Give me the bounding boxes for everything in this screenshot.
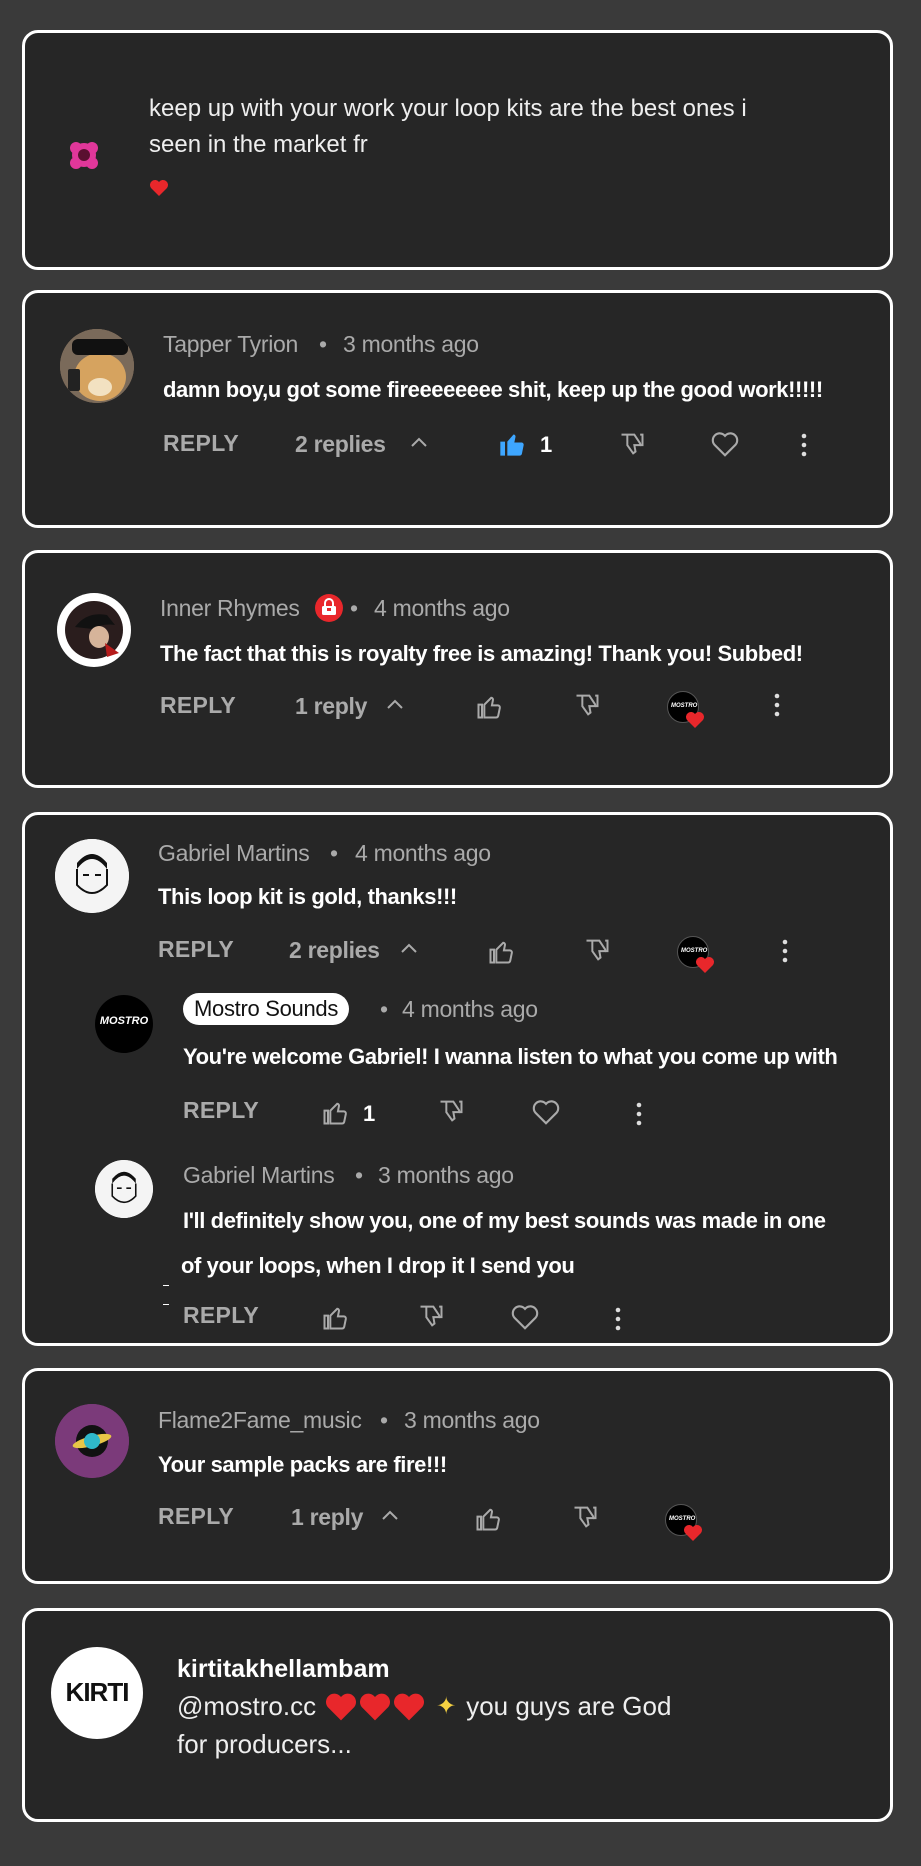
separator-dot: • [380, 1407, 389, 1433]
view-replies-toggle[interactable]: 1 reply [291, 1504, 363, 1531]
mention-link[interactable]: @mostro.cc [177, 1691, 316, 1722]
thumbs-down-icon[interactable] [437, 1097, 465, 1125]
commenter-avatar[interactable] [55, 839, 129, 913]
reply-text-line-2: of your loops, when I drop it I send you [181, 1253, 575, 1278]
reply-button[interactable]: REPLY [158, 1503, 234, 1530]
reply-button[interactable]: REPLY [183, 1302, 259, 1329]
view-replies-toggle[interactable]: 1 reply [295, 693, 367, 720]
more-options-icon[interactable] [782, 938, 788, 964]
thumbs-down-icon[interactable] [573, 691, 601, 719]
heart-icon[interactable] [510, 1303, 540, 1331]
creator-heart-badge: MOSTRO [667, 691, 704, 728]
reply-timestamp[interactable]: 3 months ago [378, 1162, 514, 1189]
thumbs-down-icon[interactable] [583, 936, 611, 964]
like-count: 1 [363, 1101, 376, 1126]
comment-author[interactable]: kirtitakhellambam [177, 1655, 390, 1684]
comment-text-line-1: keep up with your work your loop kits ar… [149, 95, 747, 122]
comment-card-1: keep up with your work your loop kits ar… [22, 30, 893, 270]
heart-icon[interactable] [710, 430, 740, 458]
commenter-avatar[interactable]: KIRTI [51, 1647, 143, 1739]
comment-text: Your sample packs are fire!!! [158, 1452, 447, 1477]
thumbs-up-icon[interactable] [474, 1505, 502, 1533]
heart-emoji-icon [149, 179, 169, 197]
commenter-avatar[interactable] [65, 136, 103, 174]
comment-text-line-1: @mostro.cc ✦ you guys are God [177, 1691, 671, 1722]
avatar-logo-text: KIRTI [65, 1677, 130, 1707]
creator-heart-badge: MOSTRO [665, 1504, 702, 1541]
thumbs-up-icon[interactable] [321, 1099, 349, 1127]
heart-icon[interactable] [531, 1098, 561, 1126]
separator-dot: • [350, 595, 359, 621]
more-options-icon[interactable] [774, 692, 780, 718]
commenter-avatar[interactable] [55, 1404, 129, 1478]
text-cursor [163, 1285, 169, 1305]
reply-button[interactable]: REPLY [160, 692, 236, 719]
separator-dot: • [380, 996, 389, 1022]
creator-heart-badge: MOSTRO [677, 936, 714, 973]
view-replies-toggle[interactable]: 2 replies [295, 431, 386, 458]
separator-dot: • [330, 840, 339, 866]
thumbs-up-icon[interactable] [475, 693, 503, 721]
more-options-icon[interactable] [615, 1306, 621, 1332]
thumbs-up-icon[interactable] [321, 1304, 349, 1332]
sparkles-icon: ✦ [436, 1693, 457, 1720]
comment-author[interactable]: Flame2Fame_music [158, 1407, 362, 1434]
avatar-logo-text: MOSTRO [99, 1015, 149, 1027]
heart-emojis [324, 1692, 426, 1722]
comment-card-2: Tapper Tyrion • 3 months ago damn boy,u … [22, 290, 893, 528]
comment-timestamp[interactable]: 4 months ago [374, 595, 510, 622]
separator-dot: • [319, 331, 328, 357]
reply-author[interactable]: Gabriel Martins [183, 1162, 335, 1189]
commenter-avatar[interactable] [60, 329, 134, 403]
comment-text: damn boy,u got some fireeeeeeee shit, ke… [163, 377, 823, 402]
view-replies-toggle[interactable]: 2 replies [289, 937, 380, 964]
comment-text: The fact that this is royalty free is am… [160, 641, 803, 666]
reply-avatar-gabriel[interactable] [95, 1160, 153, 1218]
thumbs-down-icon[interactable] [618, 430, 646, 458]
comment-author[interactable]: Inner Rhymes [160, 595, 300, 622]
chevron-up-icon[interactable] [399, 941, 419, 955]
like-count: 1 [540, 432, 553, 457]
reply-text-line-1: I'll definitely show you, one of my best… [183, 1208, 826, 1233]
comment-author[interactable]: Tapper Tyrion [163, 331, 298, 358]
reply-timestamp[interactable]: 4 months ago [402, 996, 538, 1023]
comment-text-rest: you guys are God [466, 1691, 672, 1721]
comment-card-3: Inner Rhymes • 4 months ago The fact tha… [22, 550, 893, 788]
creator-name-chip[interactable]: Mostro Sounds [183, 993, 350, 1025]
comment-text: This loop kit is gold, thanks!!! [158, 884, 457, 909]
thumbs-down-icon[interactable] [417, 1302, 445, 1330]
chevron-up-icon[interactable] [409, 435, 429, 449]
more-options-icon[interactable] [801, 432, 807, 458]
thumbs-up-icon[interactable] [498, 430, 526, 458]
thumbs-down-icon[interactable] [571, 1503, 599, 1531]
comment-timestamp[interactable]: 4 months ago [355, 840, 491, 867]
comment-timestamp[interactable]: 3 months ago [343, 331, 479, 358]
separator-dot: • [355, 1162, 364, 1188]
comment-timestamp[interactable]: 3 months ago [404, 1407, 540, 1434]
chevron-up-icon[interactable] [380, 1508, 400, 1522]
comment-text-line-2: for producers... [177, 1729, 352, 1759]
chevron-up-icon[interactable] [385, 697, 405, 711]
reply-avatar-mostro[interactable]: MOSTRO [95, 995, 153, 1053]
commenter-avatar[interactable] [57, 593, 131, 667]
comment-card-5: Flame2Fame_music • 3 months ago Your sam… [22, 1368, 893, 1584]
comment-card-4: Gabriel Martins • 4 months ago This loop… [22, 812, 893, 1346]
more-options-icon[interactable] [636, 1101, 642, 1127]
comment-text-line-2: seen in the market fr [149, 131, 368, 158]
reply-text: You're welcome Gabriel! I wanna listen t… [183, 1044, 838, 1069]
reply-button[interactable]: REPLY [158, 936, 234, 963]
comment-author[interactable]: Gabriel Martins [158, 840, 310, 867]
reply-button[interactable]: REPLY [163, 430, 239, 457]
reply-button[interactable]: REPLY [183, 1097, 259, 1124]
thumbs-up-icon[interactable] [487, 938, 515, 966]
youtube-member-badge-icon [314, 593, 344, 623]
comment-card-6: KIRTI kirtitakhellambam @mostro.cc ✦ you… [22, 1608, 893, 1822]
